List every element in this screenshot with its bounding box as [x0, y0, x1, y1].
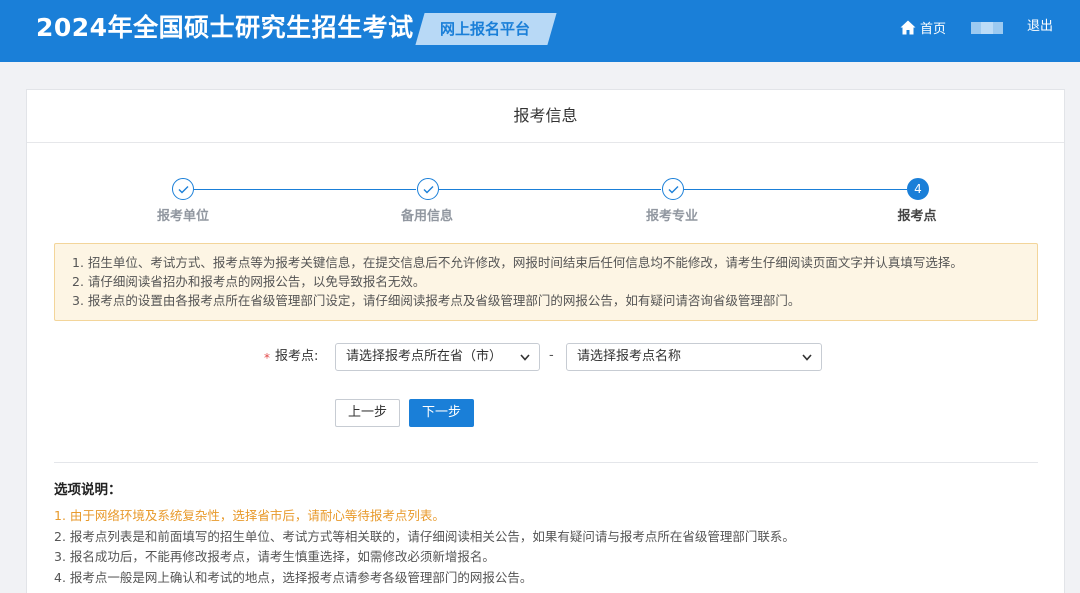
province-select-value: 请选择报考点所在省（市） — [346, 349, 503, 364]
home-link[interactable]: 首页 — [900, 16, 946, 38]
home-icon — [900, 20, 916, 34]
page-title: 报考信息 — [27, 90, 1064, 143]
section-divider — [54, 462, 1038, 463]
logout-link[interactable]: 退出 — [1027, 16, 1053, 38]
explanation-line: 3. 报名成功后，不能再修改报考点，请考生慎重选择，如需修改必须新增报名。 — [54, 549, 495, 564]
check-icon — [423, 185, 433, 193]
exam-site-select-value: 请选择报考点名称 — [577, 349, 682, 364]
explanation-line: 1. 由于网络环境及系统复杂性，选择省市后，请耐心等待报考点列表。 — [54, 508, 445, 523]
step-2-check-circle — [417, 178, 439, 200]
province-select[interactable]: 请选择报考点所在省（市） — [335, 343, 540, 371]
platform-label: 网上报名平台 — [439, 20, 530, 38]
step-2-label: 备用信息 — [400, 209, 453, 224]
chevron-down-icon — [520, 354, 530, 361]
notice-line: 1. 招生单位、考试方式、报考点等为报考关键信息，在提交信息后不允许修改，网报时… — [72, 255, 963, 270]
user-name-redacted — [971, 22, 1003, 34]
step-4-number-circle: 4 — [907, 178, 929, 200]
notice-line: 3. 报考点的设置由各报考点所在省级管理部门设定，请仔细阅读报考点及省级管理部门… — [72, 293, 801, 308]
check-icon — [668, 185, 678, 193]
chevron-down-icon — [802, 354, 812, 361]
explanation-line: 4. 报考点一般是网上确认和考试的地点，选择报考点请参考各级管理部门的网报公告。 — [54, 569, 533, 585]
explanation-list: 1. 由于网络环境及系统复杂性，选择省市后，请耐心等待报考点列表。 2. 报考点… — [54, 506, 1054, 588]
select-separator: - — [549, 348, 554, 363]
explanation-line: 2. 报考点列表是和前面填写的招生单位、考试方式等相关联的，请仔细阅读相关公告，… — [54, 528, 795, 544]
required-mark: * — [264, 351, 270, 365]
check-icon — [178, 185, 188, 193]
next-step-button[interactable]: 下一步 — [409, 399, 474, 427]
site-title: 2024年全国硕士研究生招生考试 — [36, 13, 414, 42]
top-header: 2024年全国硕士研究生招生考试 网上报名平台 首页 退出 — [0, 0, 1080, 62]
step-1-check-circle — [172, 178, 194, 200]
home-label: 首页 — [920, 21, 947, 37]
notice-line: 2. 请仔细阅读省招办和报考点的网报公告，以免导致报名无效。 — [72, 274, 426, 289]
step-3-label: 报考专业 — [645, 209, 698, 224]
step-1-label: 报考单位 — [156, 209, 209, 224]
exam-site-label: 报考点: — [275, 349, 319, 364]
explanation-title: 选项说明： — [54, 482, 122, 498]
step-3-check-circle — [662, 178, 684, 200]
step-4-label: 报考点 — [897, 209, 937, 224]
exam-site-select[interactable]: 请选择报考点名称 — [566, 343, 822, 371]
prev-step-button[interactable]: 上一步 — [335, 399, 400, 427]
notice-box: 1. 招生单位、考试方式、报考点等为报考关键信息，在提交信息后不允许修改，网报时… — [54, 243, 1038, 321]
